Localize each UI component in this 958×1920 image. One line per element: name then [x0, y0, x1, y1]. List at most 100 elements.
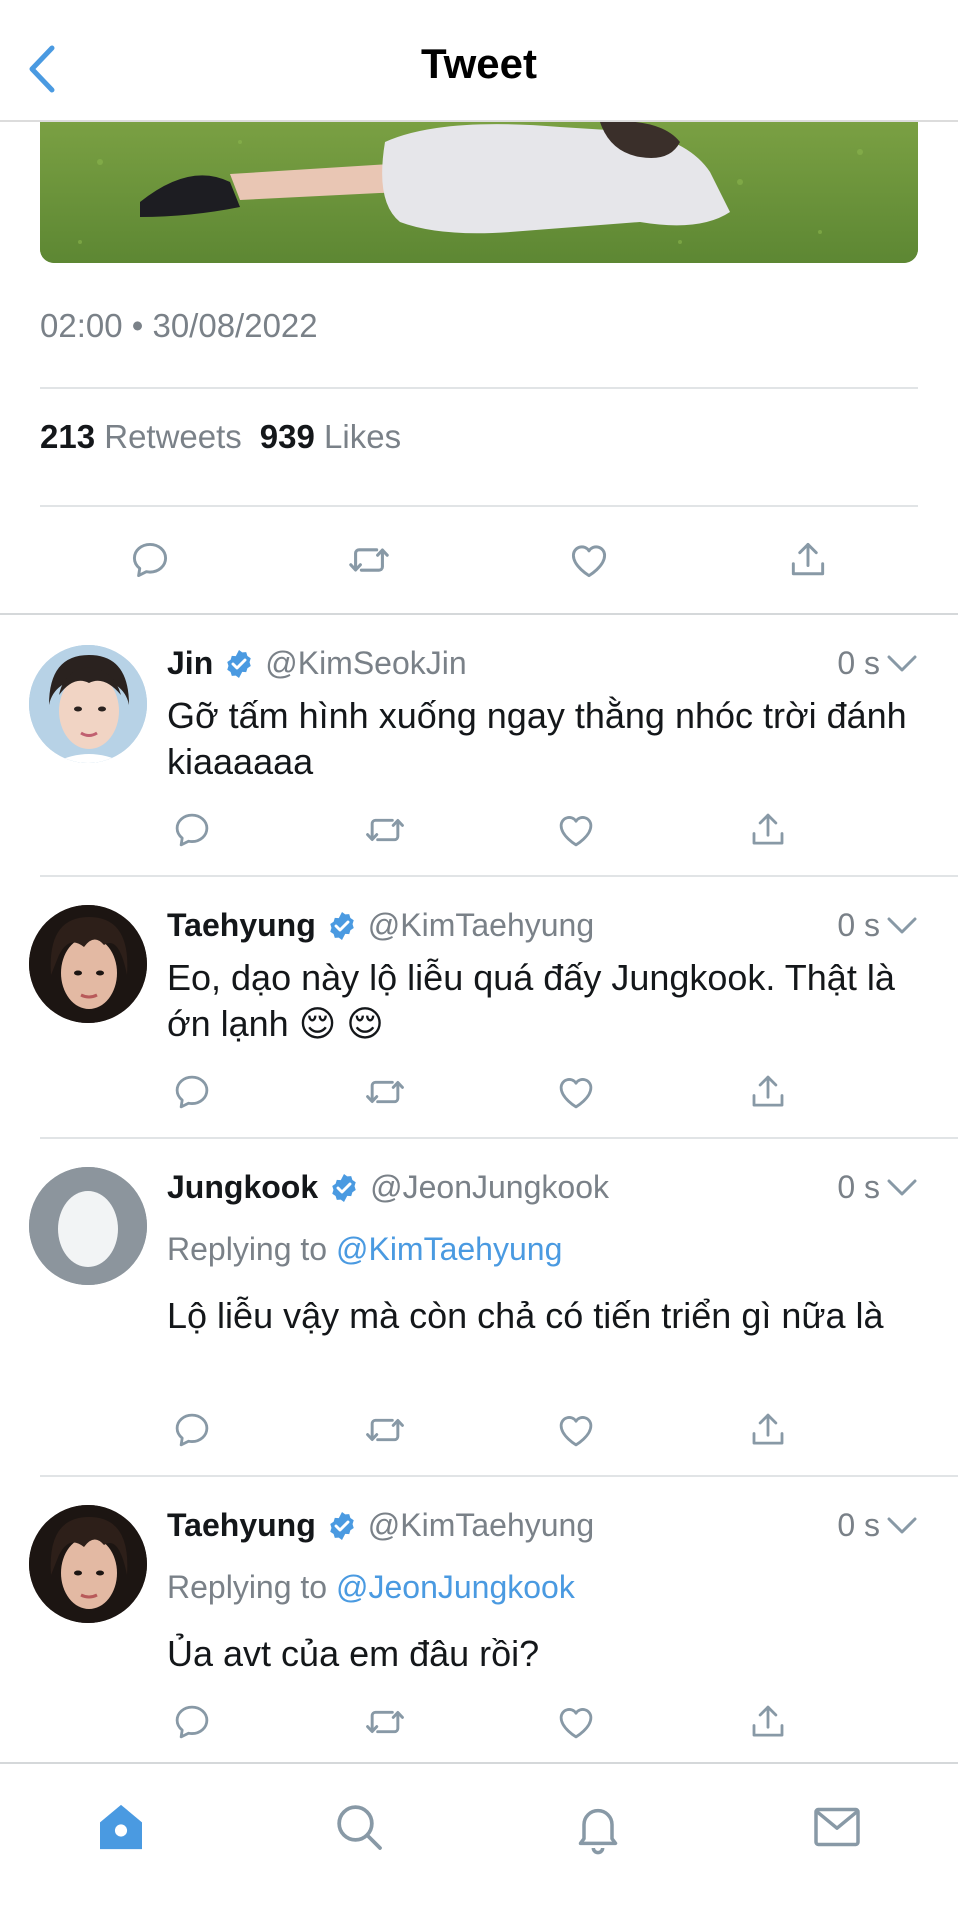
reply-icon — [175, 1075, 209, 1109]
share-button[interactable] — [743, 1697, 793, 1747]
avatar[interactable] — [29, 905, 147, 1023]
chevron-down-icon — [887, 1179, 917, 1195]
verified-badge-icon — [328, 1172, 360, 1204]
author-handle[interactable]: @KimSeokJin — [265, 645, 466, 682]
retweet-icon — [366, 818, 404, 842]
share-icon — [752, 813, 784, 845]
author-name[interactable]: Jungkook — [167, 1169, 318, 1206]
replying-to: Replying to @JeonJungkook — [167, 1569, 575, 1606]
mention-link[interactable]: @JeonJungkook — [336, 1569, 575, 1605]
retweet-icon — [366, 1418, 404, 1442]
retweet-icon — [366, 1080, 404, 1104]
chevron-down-icon — [887, 655, 917, 671]
reply-text: Gỡ tấm hình xuống ngay thằng nhóc trời đ… — [167, 695, 907, 782]
bottom-tab-bar — [0, 1762, 958, 1920]
tab-home[interactable] — [86, 1792, 156, 1862]
like-button[interactable] — [551, 805, 601, 855]
author-name[interactable]: Taehyung — [167, 907, 316, 944]
reply-time-menu[interactable]: 0 s — [837, 1169, 918, 1206]
avatar-image — [29, 905, 147, 1023]
tab-notifications[interactable] — [563, 1792, 633, 1862]
avatar[interactable] — [29, 1167, 147, 1285]
retweets-count: 213 — [40, 418, 96, 455]
reply-text: Eo, dạo này lộ liễu quá đấy Jungkook. Th… — [167, 957, 895, 1044]
author-handle[interactable]: @JeonJungkook — [370, 1169, 609, 1206]
reply-time-menu[interactable]: 0 s — [837, 645, 918, 682]
share-icon — [752, 1413, 784, 1445]
reply-author: Jungkook @JeonJungkook — [167, 1169, 609, 1206]
reply-time: 0 s — [837, 907, 880, 943]
avatar[interactable] — [29, 1505, 147, 1623]
header-bar: Tweet — [0, 0, 958, 122]
author-name[interactable]: Taehyung — [167, 1507, 316, 1544]
like-button[interactable] — [559, 530, 619, 590]
retweets-label: Retweets — [104, 418, 242, 455]
retweet-icon — [349, 548, 389, 572]
retweet-button[interactable] — [360, 805, 410, 855]
like-button[interactable] — [551, 1067, 601, 1117]
author-name[interactable]: Jin — [167, 645, 213, 682]
author-handle[interactable]: @KimTaehyung — [368, 1507, 594, 1544]
reply-icon — [175, 813, 209, 847]
share-button[interactable] — [743, 805, 793, 855]
verified-badge-icon — [326, 1510, 358, 1542]
home-icon — [100, 1804, 142, 1850]
reply-button[interactable] — [167, 1067, 217, 1117]
heart-icon — [559, 1708, 593, 1739]
reply-time-menu[interactable]: 0 s — [837, 907, 918, 944]
like-button[interactable] — [551, 1697, 601, 1747]
reply-time: 0 s — [837, 1169, 880, 1205]
reply-time-menu[interactable]: 0 s — [837, 1507, 918, 1544]
reply-button[interactable] — [167, 1405, 217, 1455]
reply-action-bar — [167, 1697, 807, 1747]
divider — [40, 505, 918, 507]
avatar[interactable] — [29, 645, 147, 763]
reply-icon — [132, 542, 168, 578]
tab-messages[interactable] — [802, 1792, 872, 1862]
share-button[interactable] — [743, 1405, 793, 1455]
reply-icon — [175, 1705, 209, 1739]
retweet-button[interactable] — [339, 530, 399, 590]
reply-button[interactable] — [120, 530, 180, 590]
reply-icon — [175, 1413, 209, 1447]
avatar-image — [29, 1505, 147, 1623]
retweet-icon — [366, 1710, 404, 1734]
verified-badge-icon — [223, 648, 255, 680]
likes-label: Likes — [324, 418, 402, 455]
mail-icon — [814, 1807, 860, 1847]
reply-action-bar — [167, 1405, 807, 1455]
retweets-stat[interactable]: 213 Retweets — [40, 418, 242, 456]
likes-count: 939 — [259, 418, 315, 455]
heart-icon — [559, 1078, 593, 1109]
retweet-button[interactable] — [360, 1697, 410, 1747]
author-handle[interactable]: @KimTaehyung — [368, 907, 594, 944]
like-button[interactable] — [551, 1405, 601, 1455]
heart-icon — [571, 545, 607, 578]
divider — [40, 387, 918, 389]
verified-badge-icon — [326, 910, 358, 942]
avatar-image — [29, 645, 147, 763]
reply-item[interactable]: Taehyung @KimTaehyung 0 s Eo, dạo này lộ… — [0, 877, 958, 1137]
reply-button[interactable] — [167, 805, 217, 855]
reply-time: 0 s — [837, 645, 880, 681]
retweet-button[interactable] — [360, 1067, 410, 1117]
tweet-action-bar — [40, 530, 918, 590]
reply-action-bar — [167, 1067, 807, 1117]
tweet-photo[interactable] — [40, 122, 918, 263]
reply-text: Lộ liễu vậy mà còn chả có tiến triển gì … — [167, 1295, 884, 1336]
reply-item[interactable]: Jin @KimSeokJin 0 s Gỡ tấm hình xuống ng… — [0, 615, 958, 875]
retweet-button[interactable] — [360, 1405, 410, 1455]
mention-link[interactable]: @KimTaehyung — [336, 1231, 562, 1267]
search-icon — [337, 1805, 382, 1850]
share-button[interactable] — [743, 1067, 793, 1117]
share-icon — [752, 1075, 784, 1107]
reply-item[interactable]: Jungkook @JeonJungkook 0 s Replying to @… — [0, 1139, 958, 1475]
reply-time: 0 s — [837, 1507, 880, 1543]
reply-item[interactable]: Taehyung @KimTaehyung 0 s Replying to @J… — [0, 1477, 958, 1762]
tab-search[interactable] — [324, 1792, 394, 1862]
photo-image — [40, 122, 918, 263]
share-button[interactable] — [778, 530, 838, 590]
replying-prefix: Replying to — [167, 1569, 328, 1605]
reply-button[interactable] — [167, 1697, 217, 1747]
likes-stat[interactable]: 939 Likes — [260, 418, 401, 456]
